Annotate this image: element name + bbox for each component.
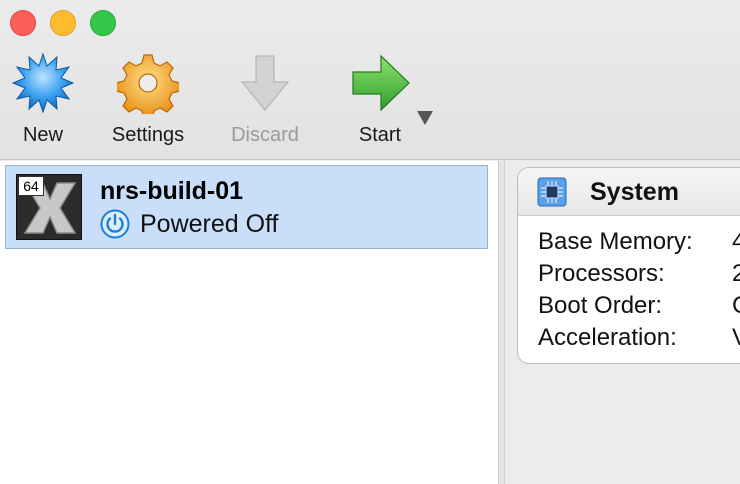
discard-button[interactable]: Discard [215, 50, 315, 147]
window-controls [10, 10, 116, 36]
vm-list: 64 nrs-build-01 Powered Off [0, 161, 498, 484]
gear-icon [116, 50, 180, 116]
os-arch-badge: 64 [18, 176, 44, 196]
property-key: Acceleration: [538, 324, 677, 351]
os-type-icon: 64 [16, 174, 82, 240]
property-value: V [732, 324, 740, 352]
property-value: C [732, 292, 740, 320]
new-button-label: New [22, 124, 63, 146]
new-button[interactable]: New [0, 50, 93, 147]
discard-arrow-icon [233, 50, 297, 116]
property-key: Boot Order: [538, 292, 663, 319]
settings-button[interactable]: Settings [98, 50, 198, 147]
system-section: System Base Memory: 4 Processors: 2 Boot… [517, 167, 740, 364]
discard-button-label: Discard [231, 124, 299, 146]
property-key: Base Memory: [538, 228, 693, 255]
pane-splitter[interactable] [498, 161, 505, 484]
property-value: 2 [732, 260, 740, 288]
window-chrome: New Settings Discard Start [0, 0, 740, 160]
vm-name: nrs-build-01 [100, 177, 244, 205]
start-options-dropdown[interactable] [417, 111, 433, 125]
start-button[interactable]: Start [330, 50, 430, 147]
zoom-window-button[interactable] [90, 10, 116, 36]
system-section-title: System [590, 178, 679, 206]
settings-button-label: Settings [111, 124, 185, 146]
vm-state-label: Powered Off [140, 209, 279, 238]
minimize-window-button[interactable] [50, 10, 76, 36]
vm-list-item[interactable]: 64 nrs-build-01 Powered Off [5, 165, 488, 249]
toolbar: New Settings Discard Start [0, 50, 740, 154]
chip-icon [537, 177, 567, 207]
property-key: Processors: [538, 260, 665, 287]
start-button-label: Start [358, 124, 402, 146]
property-value: 4 [732, 228, 740, 256]
system-section-header[interactable]: System [518, 168, 740, 216]
start-arrow-icon [348, 50, 412, 116]
details-pane: System Base Memory: 4 Processors: 2 Boot… [505, 161, 740, 484]
power-icon [100, 209, 130, 239]
vm-state: Powered Off [100, 209, 279, 239]
close-window-button[interactable] [10, 10, 36, 36]
new-vm-starburst-icon [11, 50, 75, 116]
